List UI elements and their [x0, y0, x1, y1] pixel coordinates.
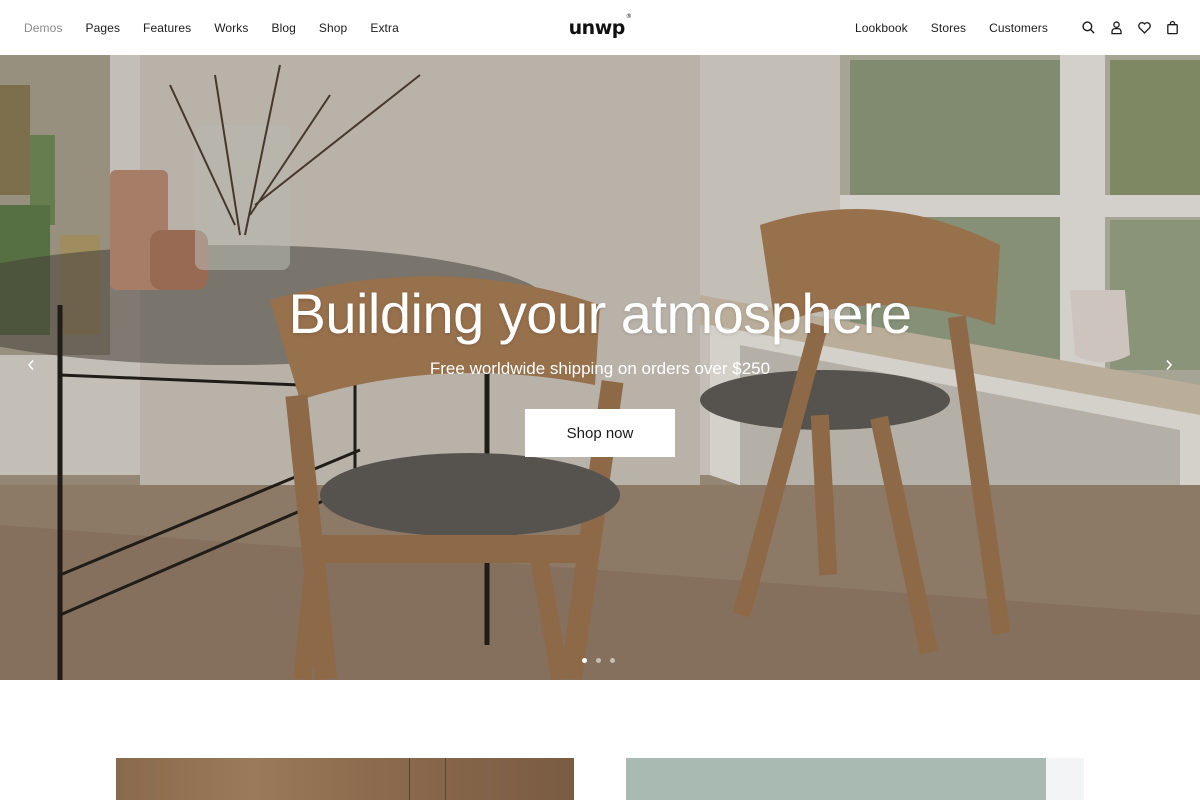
card-texture-seam — [409, 758, 410, 800]
nav-item-works[interactable]: Works — [214, 21, 248, 35]
chevron-right-icon — [1166, 359, 1173, 371]
hero-title: Building your atmosphere — [288, 282, 912, 345]
category-card-image-2[interactable] — [626, 758, 1084, 800]
header-icons — [1080, 0, 1180, 55]
slider-dot-3[interactable] — [610, 658, 615, 663]
logo-text: unwp — [568, 16, 626, 39]
heart-icon[interactable] — [1136, 20, 1152, 36]
user-icon[interactable] — [1108, 20, 1124, 36]
slider-dot-1[interactable] — [582, 658, 587, 663]
nav-item-features[interactable]: Features — [143, 21, 191, 35]
hero-subtitle: Free worldwide shipping on orders over $… — [429, 359, 771, 378]
main-nav: Demos Pages Features Works Blog Shop Ext… — [24, 21, 422, 35]
search-icon[interactable] — [1080, 20, 1096, 36]
nav-item-customers[interactable]: Customers — [989, 21, 1048, 35]
chevron-left-icon — [27, 359, 34, 371]
nav-item-demos[interactable]: Demos — [24, 21, 63, 35]
nav-item-stores[interactable]: Stores — [931, 21, 966, 35]
nav-item-blog[interactable]: Blog — [271, 21, 295, 35]
nav-item-extra[interactable]: Extra — [370, 21, 399, 35]
nav-item-shop[interactable]: Shop — [319, 21, 347, 35]
nav-item-lookbook[interactable]: Lookbook — [855, 21, 908, 35]
category-card-image-1[interactable] — [116, 758, 574, 800]
shop-now-button[interactable]: Shop now — [525, 409, 675, 457]
logo-registered-mark: ® — [625, 13, 632, 21]
site-logo[interactable]: unwp® — [568, 13, 632, 39]
slider-prev-button[interactable] — [21, 355, 41, 375]
slider-pagination — [582, 658, 615, 663]
secondary-nav: Lookbook Stores Customers — [832, 0, 1048, 55]
slider-dot-2[interactable] — [596, 658, 601, 663]
card-texture-seam — [445, 758, 446, 800]
site-header: Demos Pages Features Works Blog Shop Ext… — [0, 0, 1200, 55]
bag-icon[interactable] — [1164, 20, 1180, 36]
nav-item-pages[interactable]: Pages — [86, 21, 121, 35]
hero-slider: Building your atmosphere Free worldwide … — [0, 55, 1200, 680]
card-side-strip — [1046, 758, 1084, 800]
slider-next-button[interactable] — [1159, 355, 1179, 375]
